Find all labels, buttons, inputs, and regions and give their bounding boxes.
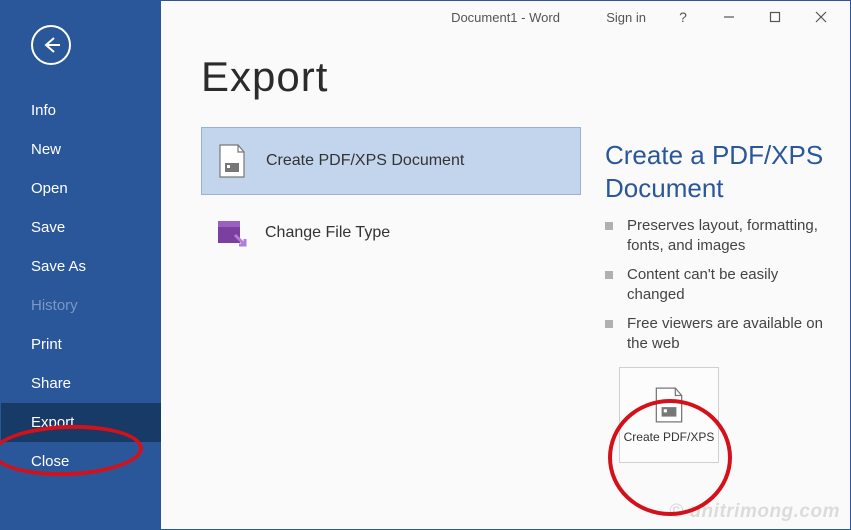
title-bar: Document1 - Word Sign in ? <box>161 1 850 33</box>
sidebar-item-saveas[interactable]: Save As <box>1 247 161 286</box>
detail-title: Create a PDF/XPS Document <box>605 139 826 204</box>
sidebar-item-share[interactable]: Share <box>1 364 161 403</box>
option-create-pdfxps[interactable]: Create PDF/XPS Document <box>201 127 581 195</box>
maximize-icon <box>769 11 781 23</box>
sidebar-item-print[interactable]: Print <box>1 325 161 364</box>
minimize-button[interactable] <box>706 3 752 31</box>
help-button[interactable]: ? <box>660 3 706 31</box>
sidebar-item-export[interactable]: Export <box>1 403 161 442</box>
sidebar-item-info[interactable]: Info <box>1 91 161 130</box>
close-icon <box>815 11 827 23</box>
minimize-icon <box>723 11 735 23</box>
create-button-label: Create PDF/XPS <box>624 430 715 444</box>
detail-pane: Create a PDF/XPS Document Preserves layo… <box>605 53 826 529</box>
detail-bullet: Free viewers are available on the web <box>605 314 826 353</box>
bullet-icon <box>605 320 613 328</box>
back-button[interactable] <box>31 25 71 65</box>
sidebar-menu: Info New Open Save Save As History Print… <box>1 91 161 481</box>
sidebar-item-save[interactable]: Save <box>1 208 161 247</box>
option-label: Change File Type <box>265 224 390 242</box>
page-title: Export <box>201 53 581 101</box>
signin-link[interactable]: Sign in <box>592 4 660 31</box>
bullet-icon <box>605 222 613 230</box>
arrow-left-icon <box>40 34 62 56</box>
close-window-button[interactable] <box>798 3 844 31</box>
bullet-icon <box>605 271 613 279</box>
pdf-doc-icon <box>216 143 248 179</box>
detail-bullet: Content can't be easily changed <box>605 265 826 304</box>
content-area: Document1 - Word Sign in ? Export <box>161 1 850 529</box>
sidebar-item-new[interactable]: New <box>1 130 161 169</box>
pdf-doc-icon <box>652 386 686 424</box>
detail-bullet: Preserves layout, formatting, fonts, and… <box>605 216 826 255</box>
option-label: Create PDF/XPS Document <box>266 152 464 170</box>
backstage-sidebar: Info New Open Save Save As History Print… <box>1 1 161 529</box>
create-pdfxps-button[interactable]: Create PDF/XPS <box>619 367 719 463</box>
maximize-button[interactable] <box>752 3 798 31</box>
option-change-filetype[interactable]: Change File Type <box>201 199 581 267</box>
filetype-icon <box>215 215 247 251</box>
sidebar-item-history: History <box>1 286 161 325</box>
sidebar-item-close[interactable]: Close <box>1 442 161 481</box>
sidebar-item-open[interactable]: Open <box>1 169 161 208</box>
watermark: © unitrimong.com <box>669 501 840 523</box>
